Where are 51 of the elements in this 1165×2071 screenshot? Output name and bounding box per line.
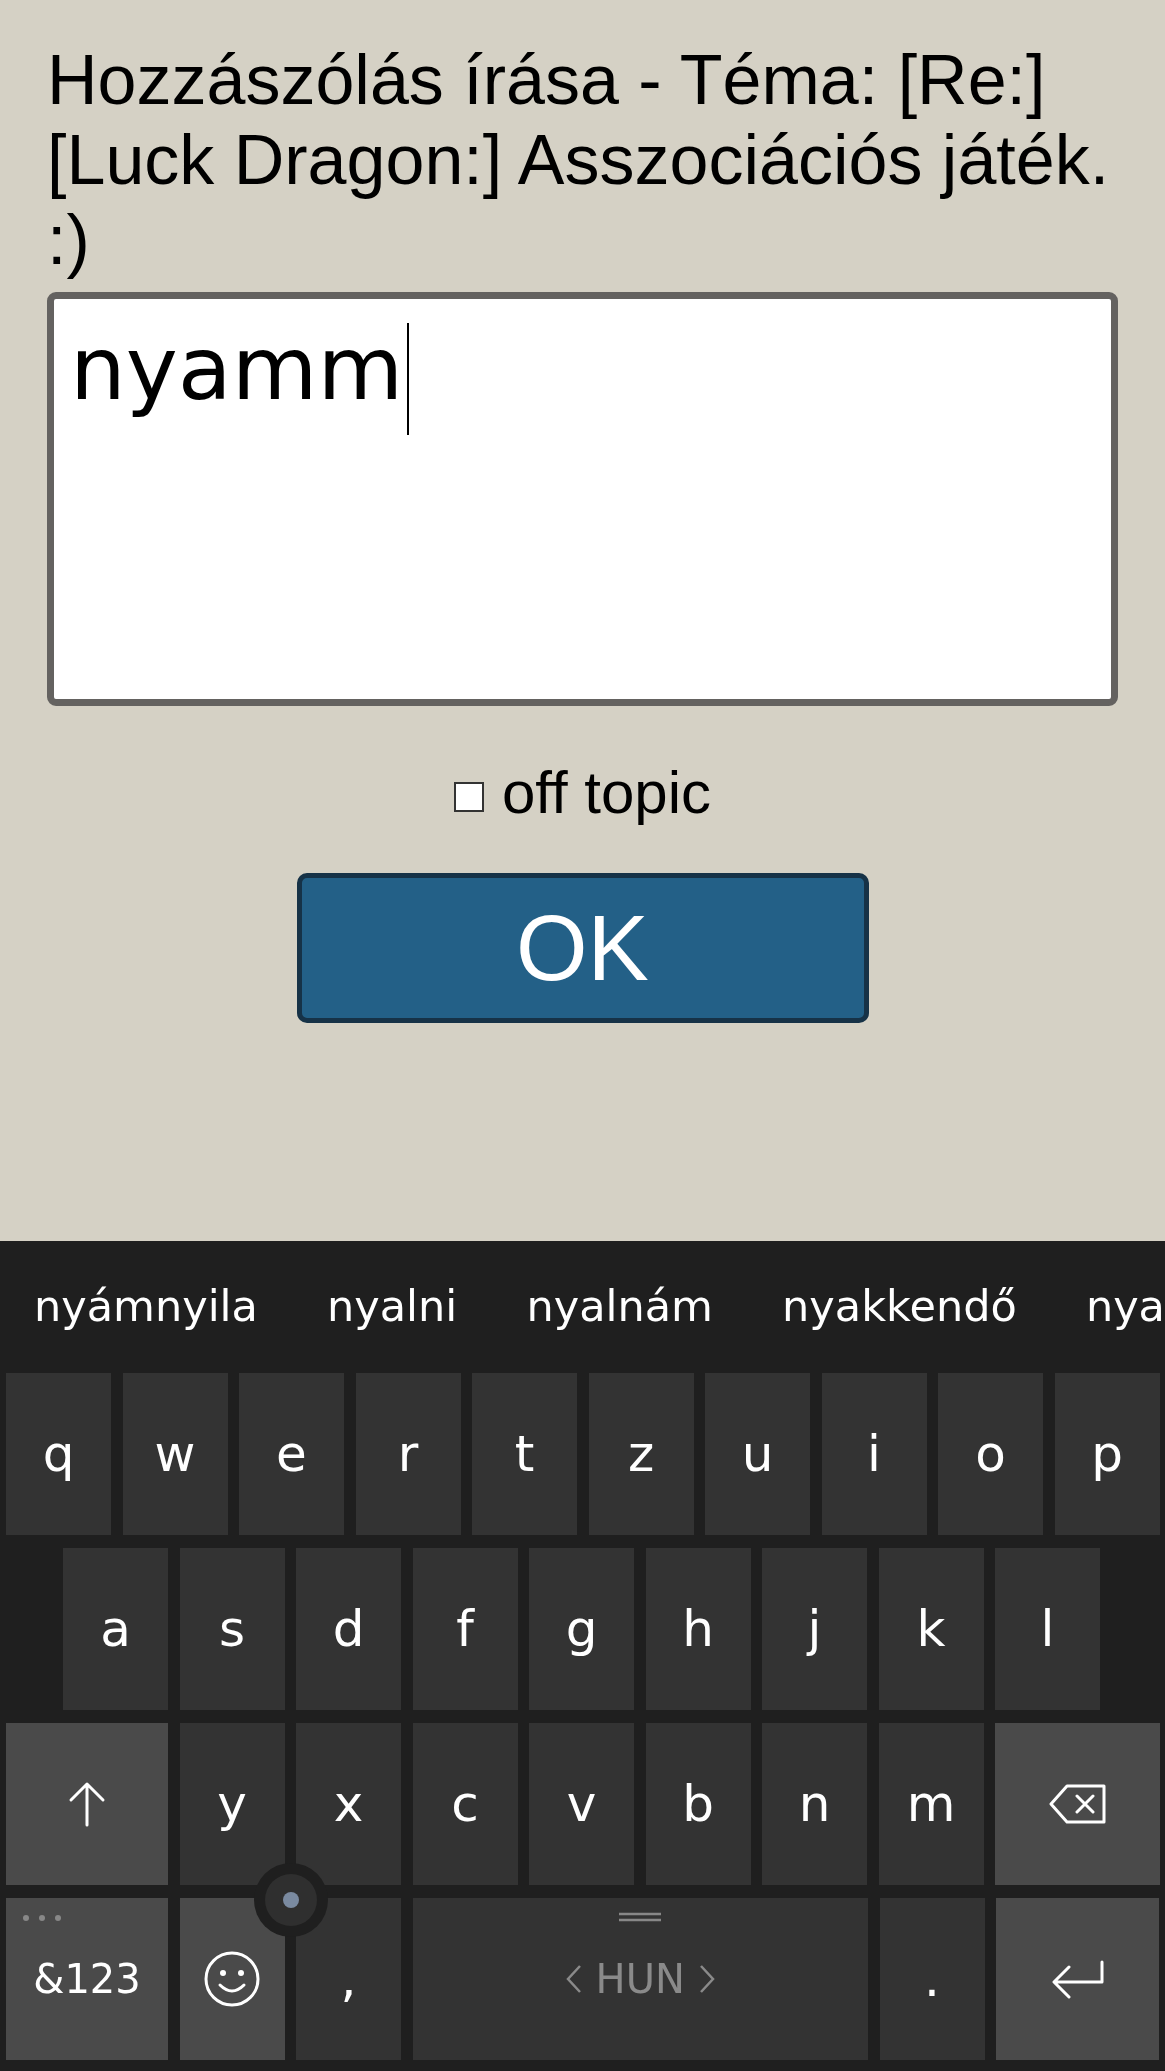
keyboard-key[interactable]: l: [995, 1548, 1100, 1710]
page-heading: Hozzászólás írása - Téma: [Re:] [Luck Dragon:] Asszociációs játék. :): [47, 40, 1111, 280]
keyboard-key[interactable]: f: [412, 1548, 518, 1710]
off-topic-checkbox[interactable]: [453, 781, 484, 812]
dots-icon: [22, 1914, 62, 1922]
ok-button[interactable]: OK: [296, 873, 869, 1023]
word-suggestion[interactable]: nyalni: [327, 1281, 458, 1331]
smiley-icon: [203, 1950, 261, 2008]
keyboard-key[interactable]: w: [122, 1373, 228, 1535]
chevron-left-icon: [565, 1964, 582, 1994]
keyboard-key[interactable]: q: [6, 1373, 111, 1535]
keyboard-key[interactable]: p: [1054, 1373, 1160, 1535]
keyboard-key[interactable]: m: [878, 1723, 984, 1885]
keyboard-key[interactable]: r: [355, 1373, 461, 1535]
backspace-icon: [1048, 1783, 1107, 1825]
keyboard-key[interactable]: v: [529, 1723, 634, 1885]
keyboard-key[interactable]: y: [179, 1723, 285, 1885]
word-suggestion[interactable]: nyalnám: [526, 1281, 713, 1331]
keyboard-key[interactable]: i: [821, 1373, 927, 1535]
word-suggestion[interactable]: nyakkendő: [782, 1281, 1017, 1331]
keyboard-key[interactable]: s: [179, 1548, 285, 1710]
keyboard-key[interactable]: x: [296, 1723, 401, 1885]
word-suggestion[interactable]: nyámnyila: [34, 1281, 258, 1331]
keyboard-key[interactable]: j: [762, 1548, 867, 1710]
message-field[interactable]: nyamm: [47, 292, 1118, 706]
keyboard-key[interactable]: g: [529, 1548, 634, 1710]
backspace-key[interactable]: [995, 1723, 1160, 1885]
arrow-up-icon: [67, 1781, 107, 1827]
keyboard-key[interactable]: o: [938, 1373, 1043, 1535]
keyboard-key[interactable]: n: [762, 1723, 867, 1885]
keyboard-key[interactable]: z: [588, 1373, 694, 1535]
space-key[interactable]: HUN: [412, 1898, 868, 2060]
keyboard-key[interactable]: c: [412, 1723, 518, 1885]
keyboard-key[interactable]: ,: [296, 1898, 401, 2060]
keyboard-key[interactable]: k: [878, 1548, 984, 1710]
language-label: HUN: [595, 1956, 685, 2002]
keyboard-key[interactable]: t: [472, 1373, 577, 1535]
chevron-right-icon: [698, 1964, 715, 1994]
word-suggestion[interactable]: nya: [1085, 1281, 1165, 1331]
symbols-key[interactable]: &123: [6, 1898, 168, 2060]
checkbox-label: off topic: [501, 758, 711, 827]
keyboard-key[interactable]: .: [879, 1898, 985, 2060]
keyboard-key[interactable]: d: [296, 1548, 401, 1710]
keyboard-key[interactable]: b: [645, 1723, 751, 1885]
drag-handle-icon: [618, 1912, 663, 1922]
keyboard-key[interactable]: e: [239, 1373, 344, 1535]
keyboard-key[interactable]: h: [645, 1548, 751, 1710]
keyboard-key[interactable]: u: [705, 1373, 810, 1535]
keyboard-key[interactable]: a: [63, 1548, 168, 1710]
enter-icon: [1050, 1959, 1105, 1999]
emoji-key[interactable]: [179, 1898, 285, 2060]
